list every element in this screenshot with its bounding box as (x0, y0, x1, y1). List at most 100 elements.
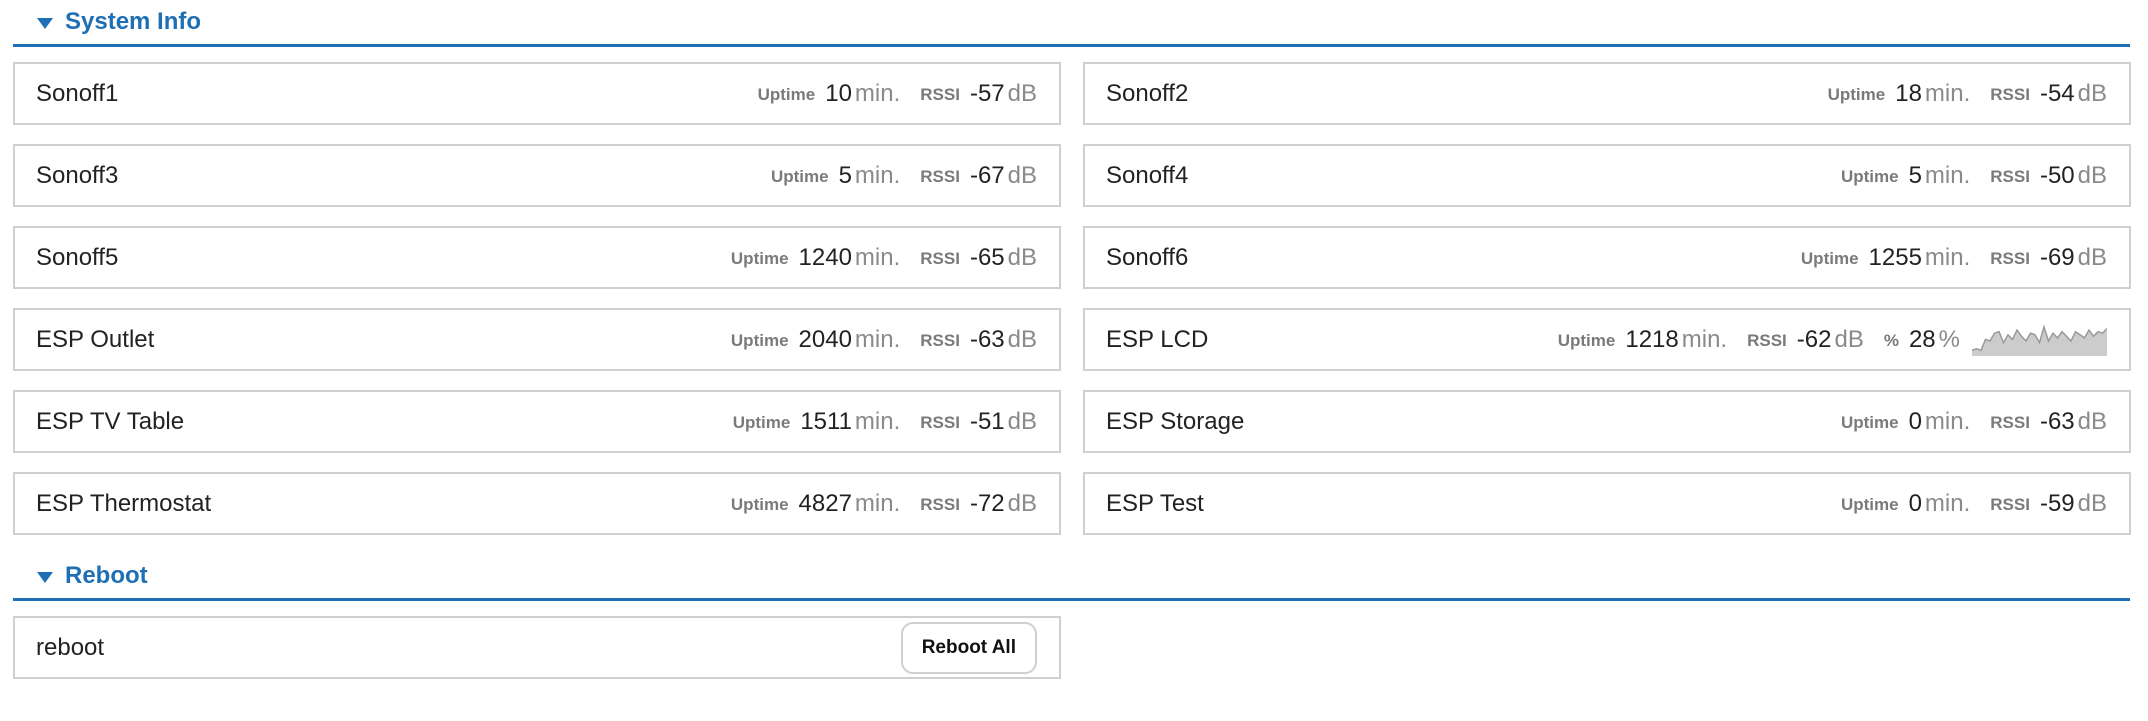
collapse-triangle-icon[interactable] (37, 17, 53, 29)
uptime-value: 1255 (1868, 243, 1922, 271)
reboot-all-button[interactable]: Reboot All (900, 621, 1037, 674)
rssi-unit: dB (2077, 79, 2107, 107)
uptime-value: 5 (1908, 161, 1922, 189)
rssi-label: RSSI (1990, 249, 2030, 268)
uptime-unit: min. (854, 161, 901, 189)
device-card: ESP Thermostat Uptime 4827 min. RSSI -72 dB (13, 472, 1061, 535)
device-stats: Uptime 4827 min. RSSI -72 dB (731, 490, 1037, 518)
device-name: ESP Storage (1106, 407, 1245, 435)
device-name: ESP Test (1106, 489, 1204, 517)
rssi-unit: dB (1007, 489, 1037, 517)
rssi-label: RSSI (1990, 85, 2030, 104)
device-stats: Uptime 18 min. RSSI -54 dB (1828, 80, 2107, 108)
rssi-value: -67 (969, 161, 1005, 189)
collapse-triangle-icon[interactable] (37, 571, 53, 583)
uptime-value: 5 (838, 161, 852, 189)
rssi-label: RSSI (1747, 331, 1787, 350)
uptime-label: Uptime (730, 495, 789, 514)
uptime-unit: min. (1924, 407, 1971, 435)
rssi-label: RSSI (920, 167, 960, 186)
rssi-value: -65 (969, 243, 1005, 271)
uptime-unit: min. (1681, 325, 1728, 353)
uptime-unit: min. (1924, 79, 1971, 107)
device-card: ESP LCD Uptime 1218 min. RSSI -62 dB% 28% (1083, 308, 2131, 371)
device-stats: Uptime 1511 min. RSSI -51 dB (733, 408, 1037, 436)
uptime-unit: min. (1924, 243, 1971, 271)
device-stats: Uptime 0 min. RSSI -63 dB (1841, 408, 2107, 436)
uptime-label: Uptime (1840, 413, 1899, 432)
rssi-label: RSSI (920, 249, 960, 268)
device-grid: Sonoff1 Uptime 10 min. RSSI -57 dB Sonoff2 Upti… (13, 62, 2131, 535)
reboot-header[interactable]: Reboot (13, 554, 2130, 601)
rssi-value: -51 (969, 407, 1005, 435)
device-name: ESP Outlet (36, 325, 155, 353)
device-name: ESP TV Table (36, 407, 185, 435)
device-name: ESP LCD (1106, 325, 1209, 353)
rssi-unit: dB (2077, 489, 2107, 517)
rssi-label: RSSI (920, 331, 960, 350)
device-stats: Uptime 1218 min. RSSI -62 dB% 28% (1557, 323, 2107, 356)
uptime-unit: min. (854, 79, 901, 107)
percent-value: 28 (1908, 325, 1936, 353)
uptime-value: 1218 (1625, 325, 1679, 353)
uptime-label: Uptime (770, 167, 829, 186)
uptime-label: Uptime (757, 85, 816, 104)
device-stats: Uptime 0 min. RSSI -59 dB (1841, 490, 2107, 518)
uptime-label: Uptime (732, 413, 791, 432)
device-name: Sonoff5 (36, 243, 119, 271)
device-card: Sonoff3 Uptime 5 min. RSSI -67 dB (13, 144, 1061, 207)
uptime-label: Uptime (1827, 85, 1886, 104)
rssi-value: -62 (1796, 325, 1832, 353)
device-card: ESP Storage Uptime 0 min. RSSI -63 dB (1083, 390, 2131, 453)
uptime-value: 10 (825, 79, 852, 107)
rssi-unit: dB (1007, 407, 1037, 435)
sparkline-chart (1972, 323, 2107, 356)
uptime-value: 4827 (798, 489, 852, 517)
rssi-unit: dB (1007, 243, 1037, 271)
uptime-value: 1511 (800, 407, 852, 435)
device-stats: Uptime 2040 min. RSSI -63 dB (731, 326, 1037, 354)
uptime-unit: min. (854, 407, 901, 435)
rssi-value: -54 (2039, 79, 2075, 107)
rssi-value: -59 (2039, 489, 2075, 517)
uptime-value: 0 (1908, 407, 1922, 435)
device-card: ESP TV Table Uptime 1511 min. RSSI -51 dB (13, 390, 1061, 453)
uptime-unit: min. (1924, 161, 1971, 189)
rssi-label: RSSI (1990, 495, 2030, 514)
rssi-label: RSSI (920, 495, 960, 514)
device-card: Sonoff1 Uptime 10 min. RSSI -57 dB (13, 62, 1061, 125)
system-info-header[interactable]: System Info (13, 0, 2130, 47)
device-card: Sonoff4 Uptime 5 min. RSSI -50 dB (1083, 144, 2131, 207)
uptime-label: Uptime (730, 249, 789, 268)
device-name: Sonoff4 (1106, 161, 1189, 189)
rssi-unit: dB (1007, 325, 1037, 353)
uptime-value: 18 (1895, 79, 1922, 107)
rssi-unit: dB (1007, 79, 1037, 107)
device-stats: Uptime 10 min. RSSI -57 dB (758, 80, 1037, 108)
uptime-unit: min. (854, 489, 901, 517)
rssi-label: RSSI (920, 85, 960, 104)
uptime-unit: min. (1924, 489, 1971, 517)
uptime-label: Uptime (1557, 331, 1616, 350)
uptime-label: Uptime (1840, 167, 1899, 186)
uptime-value: 1240 (798, 243, 852, 271)
device-card: Sonoff5 Uptime 1240 min. RSSI -65 dB (13, 226, 1061, 289)
uptime-value: 2040 (798, 325, 852, 353)
rssi-value: -57 (969, 79, 1005, 107)
page: System Info Sonoff1 Uptime 10 min. RSSI -57 dB… (13, 0, 2131, 679)
device-name: Sonoff2 (1106, 79, 1189, 107)
device-card: ESP Test Uptime 0 min. RSSI -59 dB (1083, 472, 2131, 535)
uptime-label: Uptime (1800, 249, 1859, 268)
uptime-label: Uptime (730, 331, 789, 350)
rssi-value: -63 (969, 325, 1005, 353)
device-stats: Uptime 5 min. RSSI -67 dB (771, 162, 1037, 190)
rssi-value: -63 (2039, 407, 2075, 435)
rssi-unit: dB (1007, 161, 1037, 189)
rssi-value: -69 (2039, 243, 2075, 271)
device-name: ESP Thermostat (36, 489, 212, 517)
rssi-value: -72 (969, 489, 1005, 517)
device-card: Sonoff6 Uptime 1255 min. RSSI -69 dB (1083, 226, 2131, 289)
percent-unit: % (1938, 325, 1960, 353)
system-info-title: System Info (65, 8, 202, 35)
rssi-unit: dB (2077, 407, 2107, 435)
